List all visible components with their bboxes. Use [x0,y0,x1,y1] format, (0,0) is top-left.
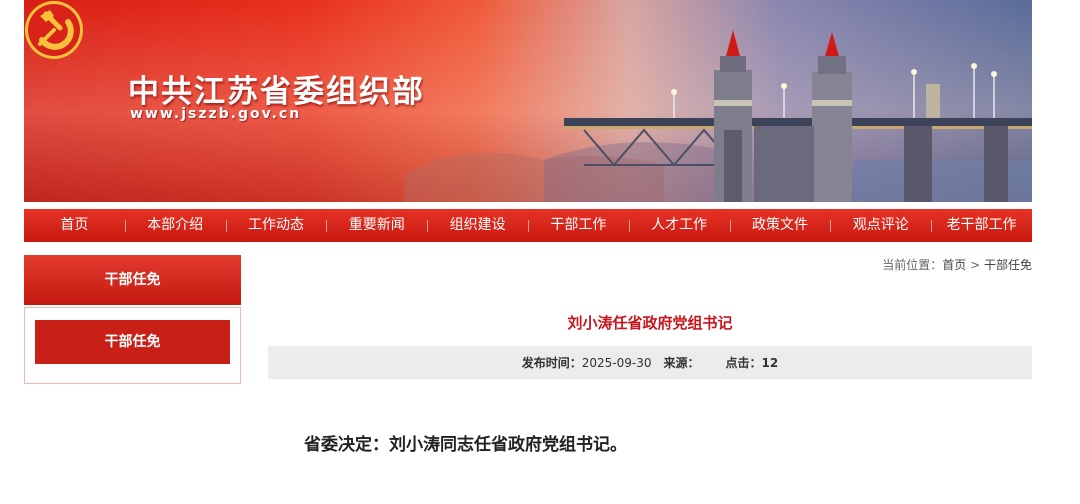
article-meta-bar: 发布时间： 2025-09-30 来源： 点击： 12 [268,346,1032,379]
nav-item-talent-work[interactable]: 人才工作 [628,209,730,242]
article-body-text: 省委决定：刘小涛同志任省政府党组书记。 [304,435,627,455]
clicks-value: 12 [761,355,779,370]
sidebar: 干部任免 干部任免 [24,255,241,384]
breadcrumb-current-link[interactable]: 干部任免 [984,258,1032,272]
nav-item-work-news[interactable]: 工作动态 [225,209,327,242]
sidebar-heading: 干部任免 [24,255,241,305]
nav-item-home[interactable]: 首页 [24,209,125,242]
breadcrumb-separator: > [970,258,981,272]
publish-date-label: 发布时间： [521,356,582,370]
nav-item-cadre-work[interactable]: 干部工作 [527,209,629,242]
clicks-label: 点击： [725,356,762,370]
nav-item-organization[interactable]: 组织建设 [427,209,528,242]
source-label: 来源： [663,356,700,370]
header-banner: 中共江苏省委组织部 www.jszzb.gov.cn [24,0,1032,202]
nav-item-policy[interactable]: 政策文件 [729,209,831,242]
nav-item-retired-cadres[interactable]: 老干部工作 [931,209,1032,242]
article-title: 刘小涛任省政府党组书记 [567,314,733,332]
breadcrumb-prefix: 当前位置： [882,258,943,272]
publish-date-value: 2025-09-30 [581,355,652,370]
breadcrumb-home-link[interactable]: 首页 [942,258,966,272]
site-url: www.jszzb.gov.cn [130,106,302,122]
nav-item-about[interactable]: 本部介绍 [124,209,226,242]
nav-item-opinion[interactable]: 观点评论 [830,209,931,242]
site-title: 中共江苏省委组织部 [128,74,425,110]
main-nav: 首页 本部介绍 工作动态 重要新闻 组织建设 干部工作 人才工作 政策文件 观点… [24,209,1032,242]
sidebar-item-appointments[interactable]: 干部任免 [35,320,230,364]
breadcrumb: 当前位置：首页 > 干部任免 [882,256,1032,273]
party-emblem-icon [25,1,83,59]
nav-item-important-news[interactable]: 重要新闻 [326,209,427,242]
sidebar-body: 干部任免 [24,307,241,384]
